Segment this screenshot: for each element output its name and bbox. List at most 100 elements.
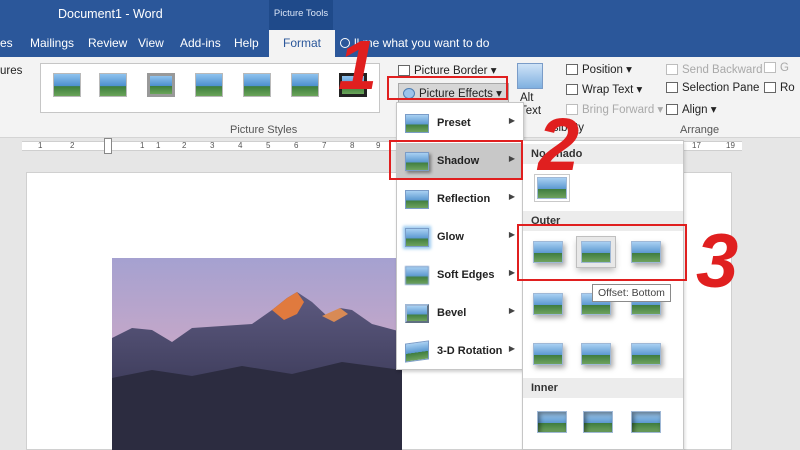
ruler-number: 19 xyxy=(726,141,735,150)
tab-add-ins[interactable]: Add-ins xyxy=(180,36,221,50)
menu-item-glow[interactable]: Glow ▶ xyxy=(397,219,523,255)
alt-text-icon[interactable] xyxy=(517,63,543,89)
step-number-3: 3 xyxy=(696,219,739,304)
pen-icon xyxy=(398,65,410,76)
send-backward-button[interactable]: Send Backward ▾ xyxy=(666,62,772,76)
position-icon xyxy=(566,64,578,75)
ruler-number: 1 xyxy=(140,141,145,150)
picture-tools-context-label: Picture Tools xyxy=(269,0,333,30)
shadow-option-outer-offset-top-left[interactable] xyxy=(631,343,661,365)
group-cut-label: G xyxy=(780,62,789,74)
rotate-icon xyxy=(764,82,776,93)
menu-item-label: Reflection xyxy=(437,193,491,205)
section-header-inner: Inner xyxy=(523,378,683,398)
ruler-number: 5 xyxy=(266,141,271,150)
step-number-1: 1 xyxy=(338,26,377,104)
ruler-number: 1 xyxy=(156,141,161,150)
selection-pane-button[interactable]: Selection Pane xyxy=(666,82,759,94)
menu-item-label: Glow xyxy=(437,231,464,243)
picture-style-1[interactable] xyxy=(53,73,81,97)
menu-item-soft-edges[interactable]: Soft Edges ▶ xyxy=(397,257,523,293)
document-picture[interactable] xyxy=(112,258,402,450)
3d-rotation-icon xyxy=(405,340,429,363)
group-label-arrange: Arrange xyxy=(680,124,720,136)
tab-references-cut[interactable]: es xyxy=(0,36,13,50)
shadow-tooltip: Offset: Bottom xyxy=(592,284,671,302)
picture-style-6[interactable] xyxy=(291,73,319,97)
soft-edges-icon xyxy=(405,266,429,285)
chevron-right-icon: ▶ xyxy=(508,344,515,353)
chevron-right-icon: ▶ xyxy=(508,116,515,125)
wrap-text-icon xyxy=(566,84,578,95)
shadow-option-inner-top[interactable] xyxy=(583,411,613,433)
bring-forward-label: Bring Forward xyxy=(582,104,655,116)
ruler-number: 17 xyxy=(692,141,701,150)
wrap-text-label: Wrap Text xyxy=(582,84,634,96)
callout-box-offset-bottom xyxy=(517,224,687,281)
shadow-option-inner-top-right[interactable] xyxy=(631,411,661,433)
picture-style-3[interactable] xyxy=(147,73,175,97)
ruler-number: 2 xyxy=(70,141,75,150)
picture-border-button[interactable]: Picture Border ▾ xyxy=(398,63,496,77)
chevron-right-icon: ▶ xyxy=(508,306,515,315)
shadow-option-inner-top-left[interactable] xyxy=(537,411,567,433)
ribbon-tab-bar: es Mailings Review View Add-ins Help For… xyxy=(0,30,800,57)
ruler-number: 4 xyxy=(238,141,243,150)
shadow-option-outer-offset-top[interactable] xyxy=(581,343,611,365)
rotate-cut-label: Ro xyxy=(780,82,795,94)
ruler-number: 2 xyxy=(182,141,187,150)
group-label-picture-styles: Picture Styles xyxy=(230,124,298,136)
chevron-right-icon: ▶ xyxy=(508,192,515,201)
chevron-right-icon: ▶ xyxy=(508,230,515,239)
send-backward-label: Send Backward xyxy=(682,64,763,76)
send-backward-icon xyxy=(666,64,678,75)
wrap-text-button[interactable]: Wrap Text ▾ xyxy=(566,82,642,96)
position-button[interactable]: Position ▾ xyxy=(566,62,632,76)
menu-item-preset[interactable]: Preset ▶ xyxy=(397,105,523,141)
bring-forward-button[interactable]: Bring Forward ▾ xyxy=(566,102,663,116)
menu-item-reflection[interactable]: Reflection ▶ xyxy=(397,181,523,217)
group-button-cut[interactable]: G xyxy=(764,62,789,74)
picture-styles-gallery xyxy=(40,63,380,113)
tab-review[interactable]: Review xyxy=(88,36,127,50)
align-button[interactable]: Align ▾ xyxy=(666,102,717,116)
menu-item-label: Preset xyxy=(437,117,471,129)
menu-item-label: Bevel xyxy=(437,307,467,319)
mountain-landscape-image xyxy=(112,258,402,450)
tab-view[interactable]: View xyxy=(138,36,164,50)
rotate-button-cut[interactable]: Ro xyxy=(764,82,795,94)
menu-item-3d-rotation[interactable]: 3-D Rotation ▶ xyxy=(397,333,523,369)
picture-style-2[interactable] xyxy=(99,73,127,97)
title-bar: Document1 - Word Picture Tools xyxy=(0,0,800,30)
callout-box-picture-effects xyxy=(387,76,508,100)
glow-icon xyxy=(405,228,429,247)
menu-item-label: 3-D Rotation xyxy=(437,345,503,357)
selection-pane-icon xyxy=(666,82,678,93)
align-icon xyxy=(666,104,678,115)
ruler-number: 8 xyxy=(350,141,355,150)
indent-marker[interactable] xyxy=(104,138,112,154)
ruler-number: 1 xyxy=(38,141,43,150)
align-label: Align xyxy=(682,104,708,116)
selection-pane-label: Selection Pane xyxy=(682,82,760,94)
group-icon xyxy=(764,62,776,73)
tab-help[interactable]: Help xyxy=(234,36,259,50)
shadow-option-outer-offset-top-right[interactable] xyxy=(533,343,563,365)
window-title: Document1 - Word xyxy=(58,7,163,21)
step-number-2: 2 xyxy=(538,103,580,186)
shadow-option-outer-offset-right[interactable] xyxy=(533,293,563,315)
ruler-number: 7 xyxy=(322,141,327,150)
picture-style-4[interactable] xyxy=(195,73,223,97)
tab-format[interactable]: Format xyxy=(269,30,336,57)
menu-item-bevel[interactable]: Bevel ▶ xyxy=(397,295,523,331)
bevel-icon xyxy=(405,304,429,323)
tab-mailings[interactable]: Mailings xyxy=(30,36,74,50)
callout-box-shadow xyxy=(389,140,523,180)
ribbon-left-cut-label[interactable]: ures xyxy=(0,65,22,77)
ruler-number: 6 xyxy=(294,141,299,150)
preset-icon xyxy=(405,114,429,133)
reflection-icon xyxy=(405,190,429,209)
picture-style-5[interactable] xyxy=(243,73,271,97)
ruler-number: 9 xyxy=(376,141,381,150)
position-label: Position xyxy=(582,64,623,76)
